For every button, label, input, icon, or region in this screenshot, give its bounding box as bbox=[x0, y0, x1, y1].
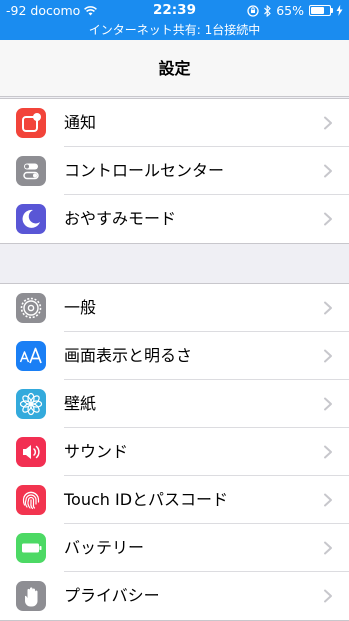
chevron-right-icon bbox=[321, 116, 335, 130]
settings-row-display-brightness[interactable]: 画面表示と明るさ bbox=[0, 332, 349, 380]
chevron-right-icon bbox=[321, 164, 335, 178]
settings-row-wallpaper[interactable]: 壁紙 bbox=[0, 380, 349, 428]
chevron-right-icon bbox=[321, 541, 335, 555]
navigation-bar: 設定 bbox=[0, 40, 349, 97]
settings-group-2: 一般 画面表示と明るさ 壁紙 サウンド Touch IDとパスコード バッテリー… bbox=[0, 283, 349, 621]
settings-row-control-center[interactable]: コントロールセンター bbox=[0, 147, 349, 195]
settings-row-general[interactable]: 一般 bbox=[0, 284, 349, 332]
settings-row-label: バッテリー bbox=[64, 538, 145, 557]
chevron-right-icon bbox=[321, 301, 335, 315]
personal-hotspot-banner[interactable]: インターネット共有: 1台接続中 bbox=[0, 21, 349, 38]
chevron-right-icon bbox=[321, 493, 335, 507]
sound-icon bbox=[16, 437, 46, 467]
rotation-lock-icon bbox=[247, 4, 259, 17]
battery-icon bbox=[16, 533, 46, 563]
settings-row-privacy[interactable]: プライバシー bbox=[0, 572, 349, 620]
bluetooth-icon bbox=[264, 4, 272, 17]
chevron-right-icon bbox=[321, 349, 335, 363]
gear-icon bbox=[16, 293, 46, 323]
settings-row-label: 画面表示と明るさ bbox=[64, 346, 193, 365]
settings-row-label: プライバシー bbox=[64, 586, 160, 605]
chevron-right-icon bbox=[321, 445, 335, 459]
chevron-right-icon bbox=[321, 589, 335, 603]
charging-bolt-icon bbox=[336, 5, 343, 16]
control-center-icon bbox=[16, 156, 46, 186]
do-not-disturb-icon bbox=[16, 204, 46, 234]
page-title: 設定 bbox=[158, 59, 191, 78]
chevron-right-icon bbox=[321, 212, 335, 226]
settings-group-1: 通知 コントロールセンター おやすみモード bbox=[0, 98, 349, 244]
settings-row-sounds[interactable]: サウンド bbox=[0, 428, 349, 476]
settings-row-label: おやすみモード bbox=[64, 209, 177, 228]
settings-row-do-not-disturb[interactable]: おやすみモード bbox=[0, 195, 349, 243]
settings-row-label: 通知 bbox=[64, 113, 97, 132]
settings-row-notifications[interactable]: 通知 bbox=[0, 99, 349, 147]
privacy-hand-icon bbox=[16, 581, 46, 611]
settings-row-label: 一般 bbox=[64, 298, 97, 317]
battery-level-fill bbox=[311, 7, 324, 14]
settings-row-label: サウンド bbox=[64, 442, 129, 461]
battery-indicator bbox=[309, 5, 333, 16]
settings-row-label: Touch IDとパスコード bbox=[64, 490, 229, 509]
settings-row-label: 壁紙 bbox=[64, 394, 97, 413]
fingerprint-icon bbox=[16, 485, 46, 515]
notifications-icon bbox=[16, 108, 46, 138]
status-bar: -92 docomo 22:39 65% インターネット共有: 1台接続中 bbox=[0, 0, 349, 40]
settings-row-label: コントロールセンター bbox=[64, 161, 225, 180]
display-brightness-icon bbox=[16, 341, 46, 371]
wallpaper-icon bbox=[16, 389, 46, 419]
battery-percentage: 65% bbox=[276, 3, 304, 18]
settings-row-touch-id-passcode[interactable]: Touch IDとパスコード bbox=[0, 476, 349, 524]
settings-row-battery[interactable]: バッテリー bbox=[0, 524, 349, 572]
chevron-right-icon bbox=[321, 397, 335, 411]
